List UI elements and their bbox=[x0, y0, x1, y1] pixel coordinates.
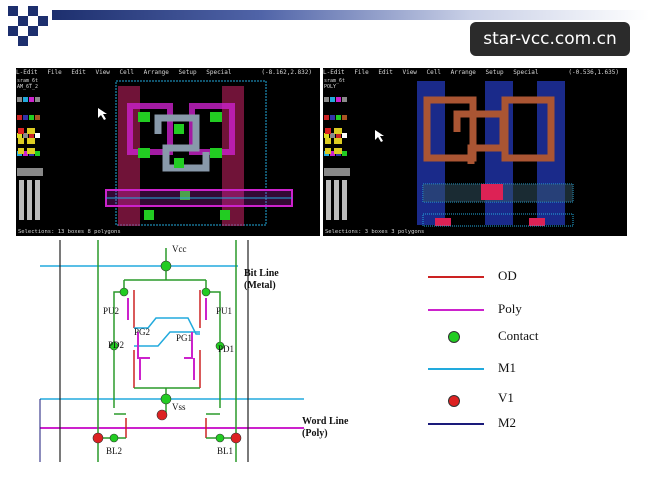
cell-name: sram_6t AM_6T_2 bbox=[17, 78, 39, 90]
layout-canvas-poly[interactable] bbox=[353, 78, 627, 228]
pu1-label: PU1 bbox=[216, 306, 233, 316]
legend-v1-swatch bbox=[448, 395, 460, 407]
menu-ledit[interactable]: L-Edit bbox=[323, 69, 345, 76]
legend-poly-swatch bbox=[428, 309, 484, 311]
menubar: L-Edit File Edit View Cell Arrange Setup… bbox=[323, 68, 627, 77]
pg2-label: PG2 bbox=[134, 327, 151, 337]
menu-view[interactable]: View bbox=[95, 69, 109, 76]
menu-ledit[interactable]: L-Edit bbox=[16, 69, 38, 76]
legend-m2-swatch bbox=[428, 423, 484, 425]
bl2-via bbox=[92, 432, 104, 444]
menu-file[interactable]: File bbox=[47, 69, 61, 76]
menu-view[interactable]: View bbox=[402, 69, 416, 76]
menu-setup[interactable]: Setup bbox=[179, 69, 197, 76]
watermark: star-vcc.com.cn bbox=[470, 22, 630, 56]
menu-cell[interactable]: Cell bbox=[120, 69, 134, 76]
legend-contact-label: Contact bbox=[498, 328, 539, 343]
pg1-label: PG1 bbox=[176, 333, 193, 343]
legend-od-label: OD bbox=[498, 268, 517, 283]
vcc-contact bbox=[160, 260, 172, 272]
legend-m1-swatch bbox=[428, 368, 484, 370]
menu-edit[interactable]: Edit bbox=[71, 69, 85, 76]
legend-v1-label: V1 bbox=[498, 390, 514, 405]
ledit-window-right: L-Edit File Edit View Cell Arrange Setup… bbox=[323, 68, 627, 236]
vss-via bbox=[156, 409, 168, 421]
bl1-label: BL1 bbox=[217, 446, 234, 456]
menu-special[interactable]: Special bbox=[206, 69, 231, 76]
cell-name: sram_6t POLY bbox=[324, 78, 346, 90]
menu-cell[interactable]: Cell bbox=[427, 69, 441, 76]
slide-header: star-vcc.com.cn bbox=[0, 0, 649, 62]
menu-file[interactable]: File bbox=[354, 69, 368, 76]
vcc-label: Vcc bbox=[172, 244, 187, 254]
header-gradient-bar bbox=[52, 10, 649, 20]
vss-label: Vss bbox=[172, 402, 186, 412]
legend-m2-label: M2 bbox=[498, 415, 517, 430]
legend-m1-label: M1 bbox=[498, 360, 517, 375]
menu-special[interactable]: Special bbox=[513, 69, 538, 76]
pd1-label: PD1 bbox=[218, 344, 235, 354]
cursor-coordinates: (-0.536,1.635) bbox=[568, 69, 619, 76]
legend-od-swatch bbox=[428, 276, 484, 278]
menu-edit[interactable]: Edit bbox=[378, 69, 392, 76]
wordline-label: Word Line (Poly) bbox=[302, 416, 349, 439]
menu-arrange[interactable]: Arrange bbox=[144, 69, 169, 76]
legend-contact-swatch bbox=[448, 331, 460, 343]
status-bar: Selections: 13 boxes 8 polygons bbox=[18, 229, 121, 235]
layout-canvas-full-cell[interactable] bbox=[46, 78, 320, 228]
bl2-label: BL2 bbox=[106, 446, 123, 456]
legend-poly-label: Poly bbox=[498, 301, 522, 316]
pd2-label: PD2 bbox=[108, 340, 125, 350]
bl1-via bbox=[230, 432, 242, 444]
tool-panel[interactable] bbox=[17, 126, 45, 226]
menu-setup[interactable]: Setup bbox=[486, 69, 504, 76]
bitline-label: Bit Line (Metal) bbox=[244, 268, 279, 291]
tool-panel[interactable] bbox=[324, 126, 352, 226]
ledit-window-left: L-Edit File Edit View Cell Arrange Setup… bbox=[16, 68, 320, 236]
pu2-label: PU2 bbox=[103, 306, 120, 316]
menu-arrange[interactable]: Arrange bbox=[451, 69, 476, 76]
cursor-coordinates: (-8.162,2.832) bbox=[261, 69, 312, 76]
menubar: L-Edit File Edit View Cell Arrange Setup… bbox=[16, 68, 320, 77]
vss-contact bbox=[160, 393, 172, 405]
checker-decoration bbox=[8, 6, 48, 46]
status-bar: Selections: 3 boxes 3 polygons bbox=[325, 229, 425, 235]
